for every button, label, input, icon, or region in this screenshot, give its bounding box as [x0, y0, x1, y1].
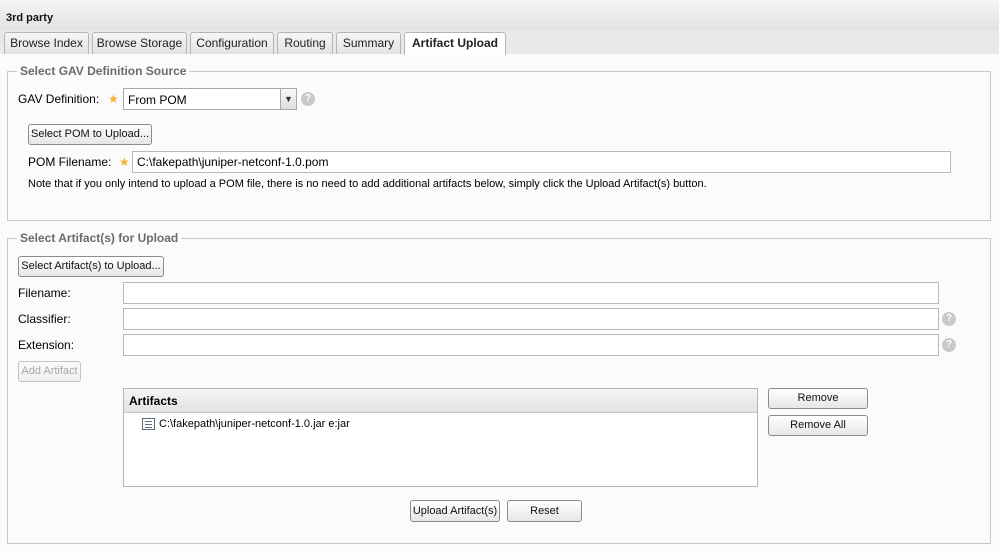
gav-definition-select[interactable]: From POM ▼ — [123, 88, 297, 110]
pom-upload-note: Note that if you only intend to upload a… — [28, 178, 707, 190]
artifact-section-legend: Select Artifact(s) for Upload — [17, 231, 182, 245]
gav-section-legend: Select GAV Definition Source — [17, 64, 190, 78]
artifacts-grid-header: Artifacts — [124, 389, 757, 413]
artifacts-grid: Artifacts C:\fakepath\juniper-netconf-1.… — [123, 388, 758, 487]
reset-button[interactable]: Reset — [507, 500, 582, 522]
filename-field[interactable] — [123, 282, 939, 304]
tab-artifact-upload[interactable]: Artifact Upload — [404, 32, 506, 55]
list-item[interactable]: C:\fakepath\juniper-netconf-1.0.jar e:ja… — [124, 414, 757, 434]
tab-summary[interactable]: Summary — [336, 32, 401, 54]
pom-filename-label: POM Filename: — [28, 155, 112, 169]
select-pom-button[interactable]: Select POM to Upload... — [28, 124, 152, 145]
tab-configuration[interactable]: Configuration — [190, 32, 274, 54]
chevron-down-icon[interactable]: ▼ — [280, 89, 296, 109]
filename-label: Filename: — [18, 286, 71, 300]
classifier-help-icon[interactable]: ? — [942, 312, 956, 326]
tab-browse-index[interactable]: Browse Index — [4, 32, 89, 54]
required-star-icon: ★ — [119, 155, 130, 169]
panel-title-bar: 3rd party — [0, 0, 999, 31]
select-artifacts-button[interactable]: Select Artifact(s) to Upload... — [18, 256, 164, 277]
extension-field[interactable] — [123, 334, 939, 356]
extension-help-icon[interactable]: ? — [942, 338, 956, 352]
gav-definition-label: GAV Definition: — [18, 92, 100, 106]
file-icon — [142, 418, 155, 430]
remove-button[interactable]: Remove — [768, 388, 868, 409]
classifier-label: Classifier: — [18, 312, 71, 326]
classifier-field[interactable] — [123, 308, 939, 330]
remove-all-button[interactable]: Remove All — [768, 415, 868, 436]
artifact-item-label: C:\fakepath\juniper-netconf-1.0.jar e:ja… — [159, 418, 350, 430]
upload-artifacts-button[interactable]: Upload Artifact(s) — [410, 500, 500, 522]
panel-title: 3rd party — [6, 12, 54, 24]
gav-definition-value: From POM — [128, 93, 187, 107]
help-icon[interactable]: ? — [301, 92, 315, 106]
tab-routing[interactable]: Routing — [277, 32, 333, 54]
add-artifact-button[interactable]: Add Artifact — [18, 361, 81, 382]
pom-filename-field[interactable] — [132, 151, 951, 173]
tab-browse-storage[interactable]: Browse Storage — [92, 32, 187, 54]
required-star-icon: ★ — [108, 92, 119, 106]
extension-label: Extension: — [18, 338, 75, 352]
